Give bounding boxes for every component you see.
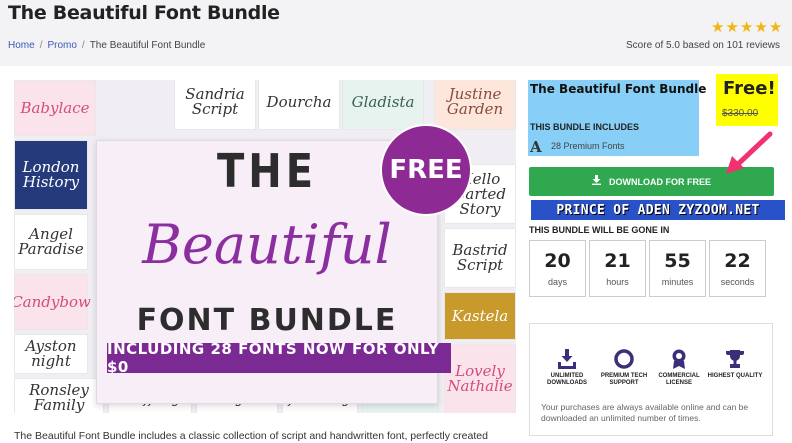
bundle-fonts-count: 28 Premium Fonts	[551, 141, 625, 151]
breadcrumb-current: The Beautiful Font Bundle	[89, 40, 206, 51]
font-tile: Ayston night	[14, 334, 88, 374]
download-icon	[592, 175, 601, 188]
trophy-icon	[726, 350, 744, 368]
download-tray-icon	[558, 349, 576, 369]
product-description: The Beautiful Font Bundle includes a cla…	[14, 430, 488, 442]
star-icon: ★	[768, 19, 783, 36]
feature-label: PREMIUM TECH SUPPORT	[600, 373, 648, 386]
font-tile: Ronsley Family	[14, 378, 104, 413]
font-tile: Sandria Script	[174, 80, 256, 130]
countdown-days: 20 days	[529, 240, 586, 297]
promo-banner: INCLUDING 28 FONTS NOW FOR ONLY $0	[107, 340, 451, 376]
feature-label: UNLIMITED DOWNLOADS	[547, 373, 587, 386]
font-tile: London History	[14, 140, 88, 210]
breadcrumb: Home / Promo / The Beautiful Font Bundle	[8, 40, 205, 51]
countdown-unit: hours	[606, 277, 629, 287]
font-tile: Candybow	[14, 274, 91, 330]
free-badge: FREE	[380, 124, 472, 216]
countdown-unit: days	[547, 277, 567, 287]
countdown-value: 21	[604, 250, 631, 272]
countdown-seconds: 22 seconds	[709, 240, 766, 297]
font-tile: Lovely Nathalie	[444, 344, 516, 413]
promo-image[interactable]: Babylace Sandria Script Dourcha Gladista…	[14, 80, 516, 413]
award-icon	[672, 349, 686, 369]
star-icon: ★	[754, 19, 768, 36]
feature-unlimited-downloads: UNLIMITED DOWNLOADS	[539, 349, 595, 387]
countdown-unit: minutes	[661, 277, 694, 287]
font-tile: Angel Paradise	[14, 214, 88, 270]
countdown-minutes: 55 minutes	[649, 240, 706, 297]
font-letter-icon: A	[530, 138, 542, 156]
features-note: Your purchases are always available onli…	[541, 402, 749, 423]
feature-label: COMMERCIAL LICENSE	[658, 373, 700, 386]
countdown-unit: seconds	[720, 277, 755, 287]
font-tile: Gladista	[342, 80, 424, 130]
bundle-title: The Beautiful Font Bundle	[530, 82, 707, 96]
feature-commercial-license: COMMERCIAL LICENSE	[651, 349, 707, 387]
breadcrumb-promo[interactable]: Promo	[47, 40, 76, 51]
page-title: The Beautiful Font Bundle	[8, 2, 280, 24]
font-tile: Babylace	[14, 80, 96, 136]
star-icon: ★	[739, 19, 754, 36]
countdown-value: 22	[724, 250, 751, 272]
promo-line-beautiful: Beautiful	[142, 213, 392, 276]
download-button-label: DOWNLOAD FOR FREE	[609, 176, 711, 187]
rating-score: Score of 5.0 based on 101 reviews	[626, 40, 780, 51]
feature-label: HIGHEST QUALITY	[707, 373, 763, 379]
countdown-value: 20	[544, 250, 571, 272]
price-free: Free!	[723, 78, 776, 99]
feature-highest-quality: HIGHEST QUALITY	[707, 349, 763, 380]
font-tile: Bastrid Script	[444, 228, 516, 288]
rating-stars: ★ ★ ★ ★ ★	[711, 20, 782, 35]
font-tile: Kastela	[444, 292, 516, 340]
bundle-includes-label: THIS BUNDLE INCLUDES	[530, 122, 640, 132]
lifebuoy-icon	[614, 349, 634, 369]
font-tile: Justine Garden	[434, 80, 516, 130]
promo-line-font-bundle: FONT BUNDLE	[136, 303, 398, 338]
watermark-banner: PRINCE OF ADEN ZYZOOM.NET	[531, 200, 785, 220]
breadcrumb-home[interactable]: Home	[8, 40, 35, 51]
breadcrumb-separator: /	[81, 40, 85, 51]
feature-premium-support: PREMIUM TECH SUPPORT	[596, 349, 652, 387]
star-icon: ★	[725, 19, 739, 36]
countdown-hours: 21 hours	[589, 240, 646, 297]
font-tile: Dourcha	[258, 80, 340, 130]
star-icon: ★	[711, 19, 725, 36]
price-old: $330.00	[722, 108, 759, 119]
breadcrumb-separator: /	[39, 40, 43, 51]
countdown-value: 55	[664, 250, 691, 272]
download-button[interactable]: DOWNLOAD FOR FREE	[529, 167, 774, 196]
countdown-label: THIS BUNDLE WILL BE GONE IN	[529, 225, 670, 235]
